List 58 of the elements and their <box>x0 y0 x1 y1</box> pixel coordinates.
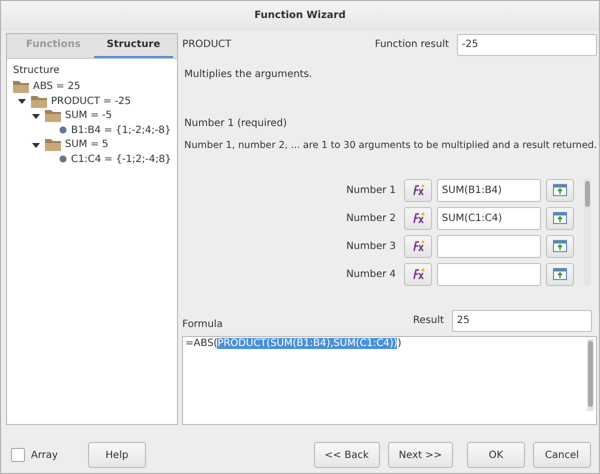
fx-icon <box>410 240 425 252</box>
tree-item[interactable]: SUM = -5 <box>65 110 112 122</box>
tab[interactable]: Structure <box>94 34 174 58</box>
fx-icon <box>410 212 425 224</box>
shrink-button[interactable] <box>546 206 574 230</box>
shrink-button[interactable] <box>546 178 574 202</box>
bullet-icon <box>59 155 67 164</box>
folder-icon <box>45 109 61 122</box>
array-checkbox[interactable] <box>11 448 25 462</box>
folder-icon <box>13 80 29 94</box>
function-button[interactable] <box>404 262 432 286</box>
function-button[interactable] <box>404 178 432 202</box>
scrollbar[interactable] <box>584 178 591 285</box>
function-result-label: Function result <box>374 39 449 50</box>
tree-item[interactable]: C1:C4 = {-1;2;-4;8} <box>71 154 172 165</box>
argument-description: Number 1, number 2, ... are 1 to 30 arguments to be multiplied and a result returned. <box>184 140 597 151</box>
shrink-button[interactable] <box>546 262 574 286</box>
window-icon <box>552 268 567 280</box>
shrink-button[interactable] <box>546 234 574 258</box>
argument-label: Number 3 <box>346 240 396 252</box>
function-result-field[interactable]: -25 <box>456 34 597 56</box>
back-button[interactable]: << Back <box>314 442 380 468</box>
function-description: Multiplies the arguments. <box>184 68 314 80</box>
argument-label: Number 2 <box>346 212 396 224</box>
formula-editor[interactable]: =ABS(PRODUCT(SUM(B1:B4),SUM(C1:C4))) <box>182 336 597 426</box>
argument-field[interactable]: SUM(B1:B4) <box>436 178 541 202</box>
window-icon <box>552 184 567 196</box>
tree-item[interactable]: B1:B4 = {1;-2;4;-8} <box>71 124 172 136</box>
window-title: Function Wizard <box>254 10 346 22</box>
fx-icon <box>410 268 425 280</box>
tree-item[interactable]: PRODUCT = -25 <box>51 96 132 107</box>
tree-item[interactable]: SUM = 5 <box>65 139 108 150</box>
argument-label: Number 4 <box>346 268 396 280</box>
argument-label: Number 1 <box>346 184 396 196</box>
argument-field[interactable] <box>436 234 541 258</box>
result-field[interactable]: 25 <box>452 310 592 332</box>
next-button[interactable]: Next >> <box>388 442 453 468</box>
bullet-icon <box>59 126 67 134</box>
argument-field[interactable]: SUM(C1:C4) <box>436 206 541 230</box>
fx-icon <box>410 184 425 196</box>
tree-item[interactable]: ABS = 25 <box>33 81 80 92</box>
function-button[interactable] <box>404 206 432 230</box>
folder-icon <box>31 94 47 108</box>
formula-label: Formula <box>182 318 223 330</box>
result-label: Result <box>413 315 444 326</box>
ok-button[interactable]: OK <box>467 442 525 468</box>
argument-title: Number 1 (required) <box>184 118 288 129</box>
window-icon <box>552 240 567 252</box>
help-button[interactable]: Help <box>88 442 146 468</box>
structure-label: Structure <box>13 64 61 76</box>
folder-icon <box>45 138 61 152</box>
window-icon <box>552 212 567 224</box>
function-button[interactable] <box>404 234 432 258</box>
function-name: PRODUCT <box>182 39 232 50</box>
cancel-button[interactable]: Cancel <box>533 442 591 468</box>
expander-icon[interactable] <box>17 96 27 106</box>
array-label: Array <box>31 450 58 461</box>
argument-field[interactable] <box>436 262 541 286</box>
